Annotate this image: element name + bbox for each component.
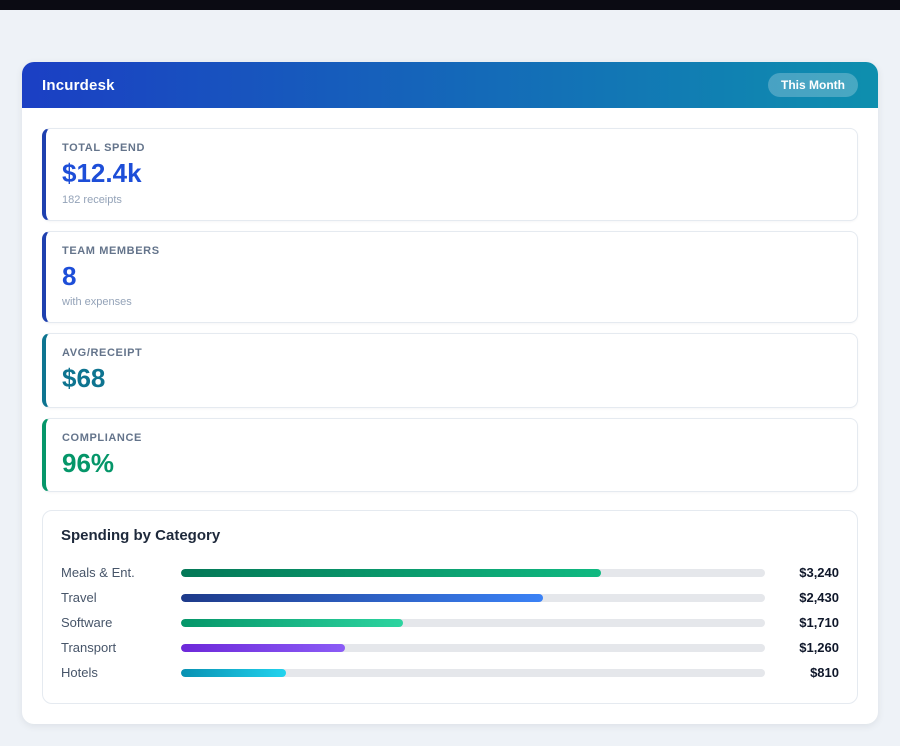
app-title: Incurdesk <box>42 77 115 94</box>
bar-fill-hotels <box>181 669 286 677</box>
category-label: Meals & Ent. <box>61 565 179 580</box>
stat-card-compliance: COMPLIANCE 96% <box>42 418 858 493</box>
chart-title: Spending by Category <box>61 527 839 544</box>
bar-track <box>181 569 765 577</box>
spending-by-category-card: Spending by Category Meals & Ent. $3,240… <box>42 510 858 704</box>
category-value: $2,430 <box>767 590 839 605</box>
stat-label: TEAM MEMBERS <box>62 245 841 257</box>
bar-track <box>181 669 765 677</box>
stat-value: 8 <box>62 262 841 291</box>
bar-track <box>181 619 765 627</box>
category-label: Transport <box>61 640 179 655</box>
chart-row-software: Software $1,710 <box>61 610 839 635</box>
bar-fill-software <box>181 619 403 627</box>
category-label: Software <box>61 615 179 630</box>
stat-label: TOTAL SPEND <box>62 142 841 154</box>
stat-label: COMPLIANCE <box>62 432 841 444</box>
bar-fill-transport <box>181 644 345 652</box>
chart-row-travel: Travel $2,430 <box>61 585 839 610</box>
category-value: $1,260 <box>767 640 839 655</box>
category-label: Travel <box>61 590 179 605</box>
category-value: $810 <box>767 665 839 680</box>
stat-card-team-members: TEAM MEMBERS 8 with expenses <box>42 231 858 324</box>
stat-card-avg-receipt: AVG/RECEIPT $68 <box>42 333 858 408</box>
app-header: Incurdesk This Month <box>22 62 878 108</box>
dashboard-card: Incurdesk This Month TOTAL SPEND $12.4k … <box>22 62 878 724</box>
bar-fill-travel <box>181 594 543 602</box>
stat-label: AVG/RECEIPT <box>62 347 841 359</box>
stat-subtext: with expenses <box>62 296 841 308</box>
dashboard-body: TOTAL SPEND $12.4k 182 receipts TEAM MEM… <box>22 108 878 724</box>
stat-subtext: 182 receipts <box>62 194 841 206</box>
top-window-bar <box>0 0 900 10</box>
bar-fill-meals <box>181 569 601 577</box>
category-label: Hotels <box>61 665 179 680</box>
bar-track <box>181 594 765 602</box>
stat-value: $68 <box>62 364 841 393</box>
chart-row-meals: Meals & Ent. $3,240 <box>61 560 839 585</box>
stat-value: $12.4k <box>62 159 841 188</box>
period-badge[interactable]: This Month <box>768 73 858 97</box>
stat-value: 96% <box>62 449 841 478</box>
chart-row-hotels: Hotels $810 <box>61 660 839 685</box>
category-value: $1,710 <box>767 615 839 630</box>
chart-row-transport: Transport $1,260 <box>61 635 839 660</box>
category-value: $3,240 <box>767 565 839 580</box>
bar-track <box>181 644 765 652</box>
stat-card-total-spend: TOTAL SPEND $12.4k 182 receipts <box>42 128 858 221</box>
